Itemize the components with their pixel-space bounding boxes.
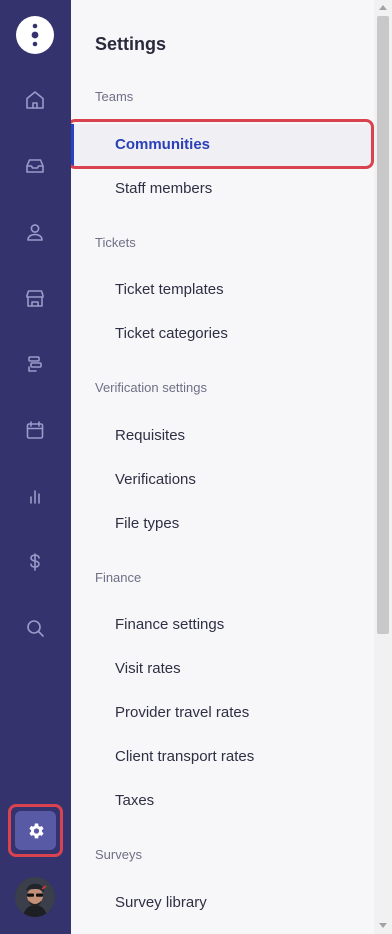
scroll-up-icon[interactable] (379, 5, 387, 10)
nav-item-communities[interactable]: Communities (115, 136, 210, 153)
bar-chart-icon[interactable] (15, 476, 55, 516)
scrollbar-thumb[interactable] (377, 16, 389, 634)
nav-item-ticket-categories[interactable]: Ticket categories (115, 325, 228, 342)
nav-item-taxes[interactable]: Taxes (115, 792, 154, 809)
section-tickets: Tickets (95, 235, 136, 250)
search-icon[interactable] (15, 608, 55, 648)
nav-item-survey-library[interactable]: Survey library (115, 894, 207, 911)
avatar[interactable] (15, 877, 55, 917)
gear-icon[interactable] (15, 811, 56, 850)
store-icon[interactable] (15, 278, 55, 318)
settings-panel: Settings Teams Communities Staff members… (71, 0, 374, 934)
scroll-down-icon[interactable] (379, 923, 387, 928)
section-verification-settings: Verification settings (95, 380, 208, 395)
nav-item-file-types[interactable]: File types (115, 515, 179, 532)
nav-item-finance-settings[interactable]: Finance settings (115, 616, 224, 633)
scrollbar[interactable] (374, 0, 392, 934)
nav-item-verifications[interactable]: Verifications (115, 471, 196, 488)
settings-highlight (8, 804, 63, 857)
timeline-icon[interactable] (15, 344, 55, 384)
user-icon[interactable] (15, 212, 55, 252)
home-icon[interactable] (15, 80, 55, 120)
nav-item-ticket-templates[interactable]: Ticket templates (115, 281, 224, 298)
logo-icon[interactable] (16, 16, 54, 54)
nav-item-staff-members[interactable]: Staff members (115, 180, 212, 197)
nav-item-requisites[interactable]: Requisites (115, 427, 185, 444)
calendar-icon[interactable] (15, 410, 55, 450)
dollar-icon[interactable] (15, 542, 55, 582)
inbox-icon[interactable] (15, 146, 55, 186)
nav-item-visit-rates[interactable]: Visit rates (115, 660, 181, 677)
nav-rail (0, 0, 71, 934)
section-teams: Teams (95, 89, 134, 104)
nav-item-client-transport-rates[interactable]: Client transport rates (115, 748, 254, 765)
section-finance: Finance (95, 570, 142, 585)
page-title: Settings (95, 34, 167, 54)
section-surveys: Surveys (95, 847, 142, 862)
nav-item-provider-travel-rates[interactable]: Provider travel rates (115, 704, 249, 721)
